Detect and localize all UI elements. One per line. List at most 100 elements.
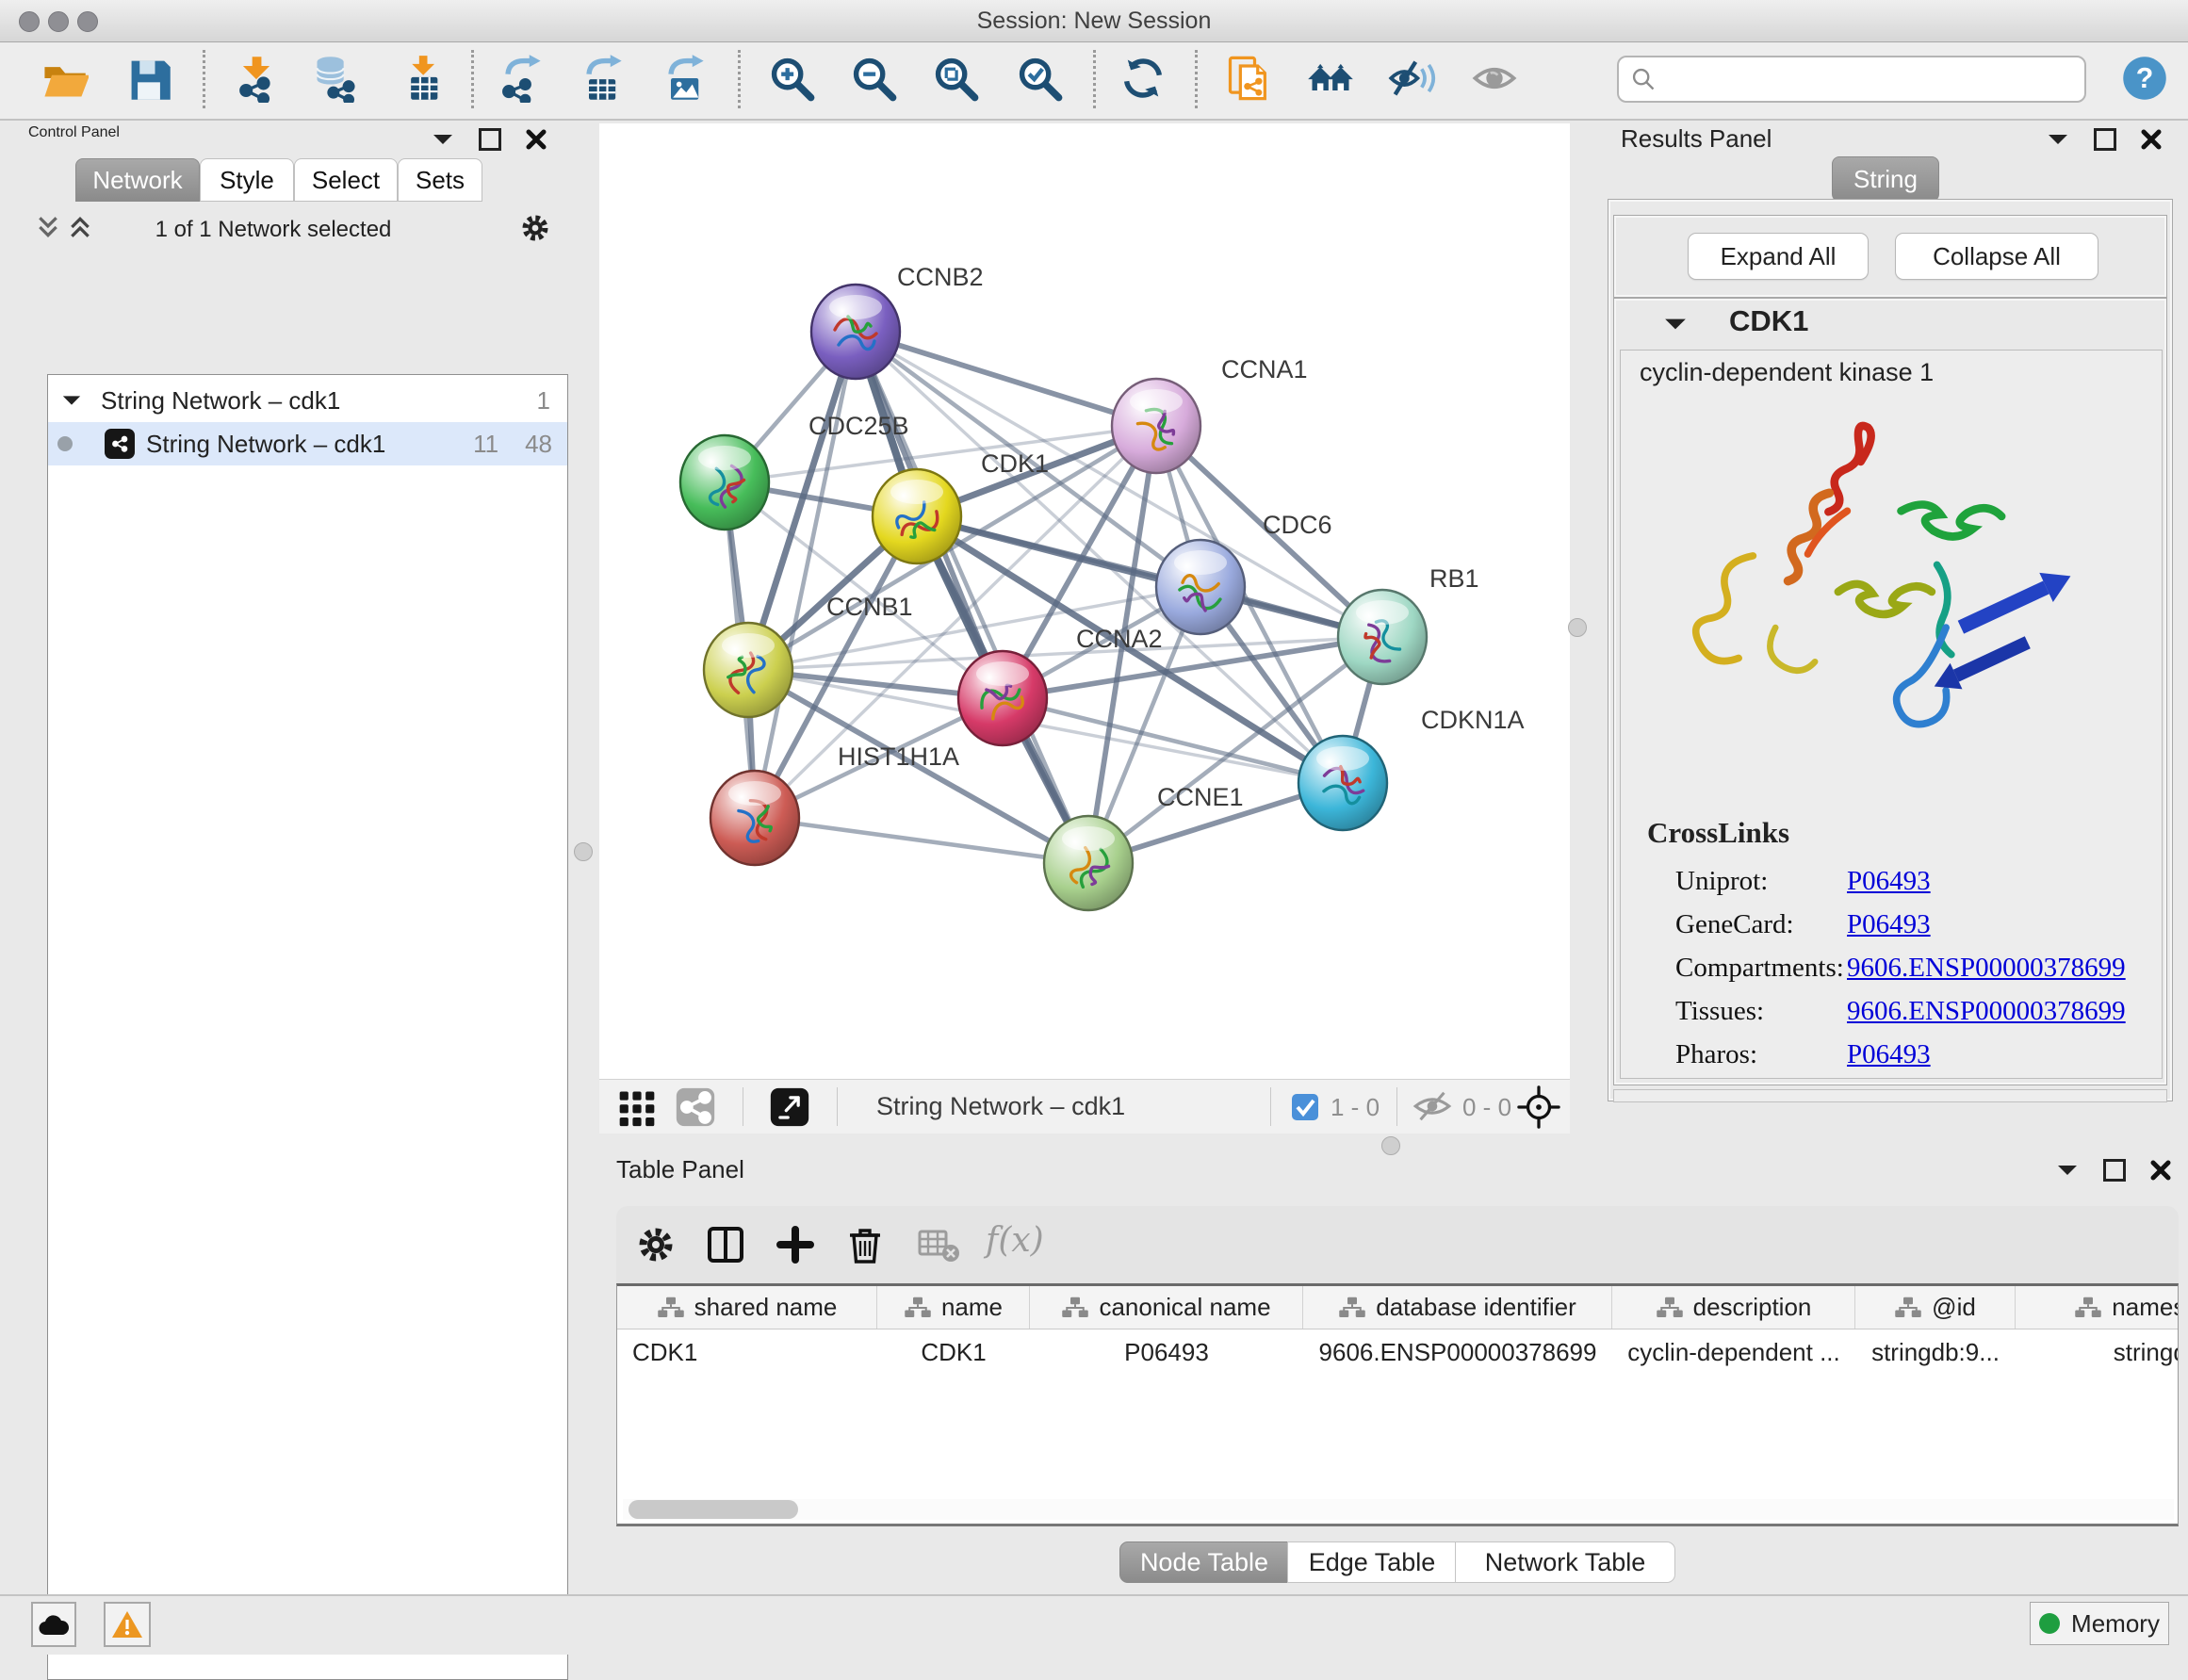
network-collection-row[interactable]: String Network – cdk1 1 (48, 379, 567, 422)
export-network-button[interactable] (496, 54, 545, 103)
zoom-in-button[interactable] (767, 54, 816, 103)
window-close-light[interactable] (19, 11, 40, 32)
crosslink-value-link[interactable]: 9606.ENSP00000378699 (1847, 953, 2126, 984)
table-cell[interactable]: CDK1 (877, 1338, 1030, 1367)
tab-style[interactable]: Style (200, 158, 294, 202)
table-cell[interactable]: cyclin-dependent ... (1612, 1338, 1855, 1367)
show-columns-icon[interactable] (703, 1222, 748, 1267)
gear-icon[interactable] (518, 211, 552, 245)
table-gear-icon[interactable] (633, 1222, 678, 1267)
results-panel-title: Results Panel (1621, 124, 1772, 154)
network-edge[interactable] (725, 426, 1156, 482)
expand-all-button[interactable]: Expand All (1688, 233, 1869, 280)
search-field[interactable] (1617, 56, 2086, 103)
add-column-icon[interactable] (773, 1222, 818, 1267)
zoom-out-button[interactable] (849, 54, 898, 103)
export-image-button[interactable] (659, 54, 708, 103)
section-expander-icon[interactable] (1663, 316, 1688, 333)
tab-node-table[interactable]: Node Table (1119, 1541, 1289, 1583)
network-node[interactable]: CCNA1 (1112, 355, 1308, 473)
network-row-selected[interactable]: String Network – cdk1 11 48 (48, 422, 567, 465)
tab-string-results[interactable]: String (1832, 156, 1939, 202)
memory-button[interactable]: Memory (2030, 1602, 2169, 1645)
zoom-fit-button[interactable] (931, 54, 980, 103)
delete-column-icon[interactable] (842, 1222, 888, 1267)
node-gloss (1062, 826, 1115, 851)
tab-network[interactable]: Network (75, 158, 200, 202)
import-network-file-button[interactable] (232, 54, 281, 103)
import-network-database-button[interactable] (311, 54, 360, 103)
attribute-type-icon (657, 1296, 685, 1320)
search-input[interactable] (1664, 65, 2084, 93)
import-table-file-button[interactable] (397, 54, 446, 103)
tab-edge-table[interactable]: Edge Table (1287, 1541, 1457, 1583)
table-column-header[interactable]: canonical name (1030, 1286, 1303, 1329)
tab-sets[interactable]: Sets (398, 158, 482, 202)
panel-maximize-icon[interactable] (2103, 1159, 2126, 1182)
table-column-header[interactable]: name (877, 1286, 1030, 1329)
string-home-button[interactable] (1306, 54, 1355, 103)
node-gloss (1316, 746, 1369, 771)
network-node-label: CDK1 (981, 449, 1049, 478)
table-column-header[interactable]: @id (1855, 1286, 2016, 1329)
hidden-eye-icon[interactable] (1412, 1091, 1453, 1121)
crosslink-value-link[interactable]: P06493 (1847, 1039, 1931, 1070)
warnings-button[interactable] (104, 1602, 151, 1647)
fit-selected-crosshair-icon[interactable] (1517, 1085, 1560, 1129)
splitter-handle-left[interactable] (574, 842, 593, 861)
copy-share-document-button[interactable] (1224, 54, 1273, 103)
network-node[interactable]: CDKN1A (1298, 706, 1525, 830)
panel-close-icon[interactable] (2141, 129, 2162, 150)
table-cell[interactable]: stringdb:9... (1855, 1338, 2016, 1367)
network-node[interactable]: RB1 (1338, 564, 1479, 684)
network-edge[interactable] (755, 818, 1088, 863)
crosslink-value-link[interactable]: P06493 (1847, 866, 1931, 897)
cloud-button[interactable] (31, 1602, 76, 1647)
table-row[interactable]: CDK1CDK1P064939606.ENSP00000378699cyclin… (617, 1329, 2178, 1375)
export-table-button[interactable] (577, 54, 626, 103)
open-session-button[interactable] (40, 54, 89, 103)
tree-expander-icon[interactable] (61, 393, 82, 408)
selected-checkbox-icon[interactable] (1291, 1093, 1319, 1121)
help-button[interactable]: ? (2120, 54, 2169, 103)
network-share-disabled-icon[interactable] (675, 1086, 716, 1128)
crosslink-value-link[interactable]: 9606.ENSP00000378699 (1847, 996, 2126, 1027)
tab-select[interactable]: Select (294, 158, 398, 202)
hide-glass-effect-button[interactable] (1388, 54, 1437, 103)
tab-network-table[interactable]: Network Table (1455, 1541, 1675, 1583)
open-in-window-icon[interactable] (769, 1086, 810, 1128)
splitter-handle-right[interactable] (1568, 618, 1587, 637)
crosslink-value-link[interactable]: P06493 (1847, 909, 1931, 940)
panel-float-icon[interactable] (2056, 1163, 2079, 1178)
panel-float-icon[interactable] (432, 132, 454, 147)
table-column-header[interactable]: description (1612, 1286, 1855, 1329)
panel-maximize-icon[interactable] (2094, 128, 2116, 151)
panel-close-icon[interactable] (2150, 1160, 2171, 1181)
network-node[interactable]: CCNA2 (958, 625, 1163, 745)
table-hscrollbar-thumb[interactable] (629, 1500, 798, 1519)
table-cell[interactable]: 9606.ENSP00000378699 (1303, 1338, 1612, 1367)
zoom-selected-button[interactable] (1015, 54, 1064, 103)
expand-all-icon[interactable] (68, 215, 92, 239)
window-zoom-light[interactable] (77, 11, 98, 32)
table-cell[interactable]: stringdb (2016, 1338, 2179, 1367)
network-canvas[interactable]: CCNB2CCNA1CDC25BCDK1CDC6RB1CCNB1CCNA2CDK… (599, 123, 1570, 1079)
table-column-header[interactable]: namespace (2016, 1286, 2179, 1329)
grid-mode-icon[interactable] (616, 1086, 658, 1128)
panel-float-icon[interactable] (2047, 132, 2069, 147)
table-column-header[interactable]: database identifier (1303, 1286, 1612, 1329)
table-cell[interactable]: P06493 (1030, 1338, 1303, 1367)
delete-table-disabled-icon[interactable] (916, 1222, 961, 1267)
function-builder-disabled-icon[interactable]: f(x) (986, 1221, 1044, 1260)
table-cell[interactable]: CDK1 (617, 1338, 877, 1367)
table-column-header[interactable]: shared name (617, 1286, 877, 1329)
panel-maximize-icon[interactable] (479, 128, 501, 151)
collapse-all-button[interactable]: Collapse All (1895, 233, 2098, 280)
save-session-button[interactable] (124, 54, 173, 103)
window-minimize-light[interactable] (48, 11, 69, 32)
collapse-all-icon[interactable] (36, 215, 60, 239)
protein-name[interactable]: CDK1 (1729, 304, 1808, 338)
refresh-view-button[interactable] (1118, 54, 1167, 103)
panel-close-icon[interactable] (526, 129, 547, 150)
show-preview-button[interactable] (1470, 54, 1519, 103)
